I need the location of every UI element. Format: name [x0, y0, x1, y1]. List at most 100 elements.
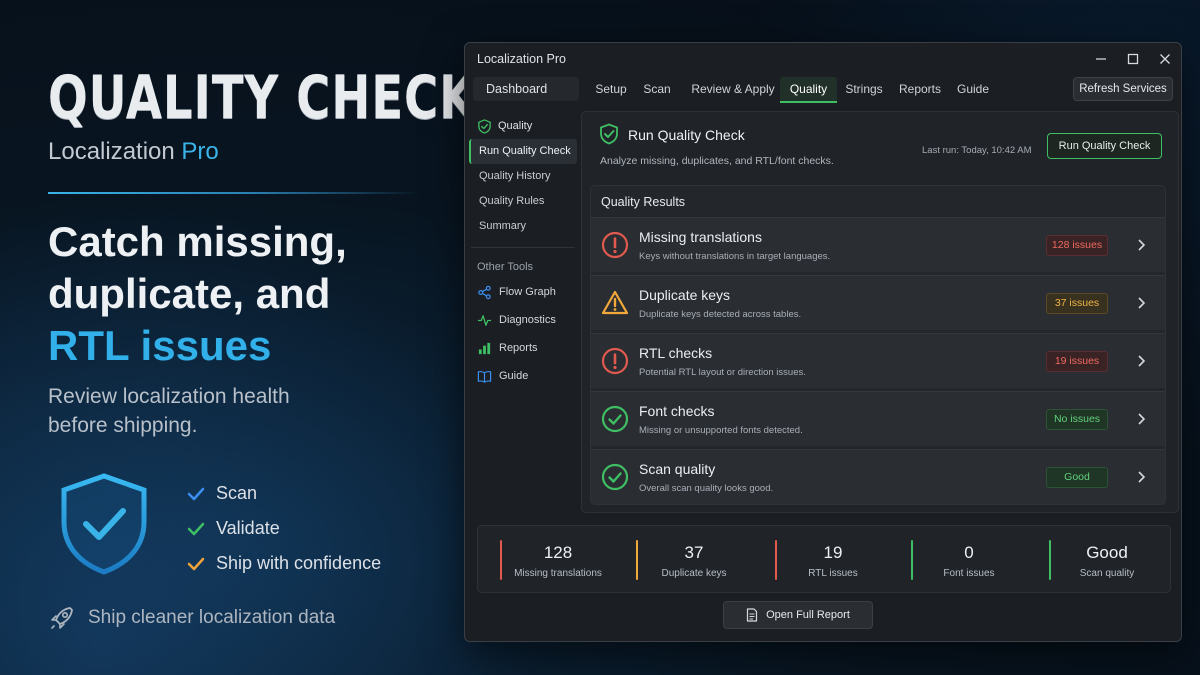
chevron-right-icon [1138, 355, 1146, 367]
sidebar-item-summary[interactable]: Summary [469, 214, 577, 239]
status-badge: 37 issues [1046, 293, 1108, 314]
stat-rtl-issues: 19 RTL issues [775, 540, 891, 582]
check-icon [187, 522, 205, 535]
stat-indicator [500, 540, 502, 580]
sidebar: Quality Run Quality Check Quality Histor… [469, 113, 577, 523]
document-icon [747, 608, 758, 622]
last-run-timestamp: Last run: Today, 10:42 AM [922, 145, 1032, 156]
stat-value: 128 [543, 543, 573, 562]
stat-indicator [775, 540, 777, 580]
summary-stats-bar: 128 Missing translations 37 Duplicate ke… [477, 525, 1171, 593]
stat-label: RTL issues [808, 568, 858, 579]
tab-guide[interactable]: Guide [953, 77, 993, 103]
tab-strings[interactable]: Strings [841, 77, 887, 103]
promo-subtitle: Localization Pro [48, 138, 448, 166]
stat-value: 0 [964, 543, 974, 562]
headline-line-2: duplicate, and [48, 270, 331, 317]
check-icon [187, 557, 205, 570]
stat-indicator [911, 540, 913, 580]
maximize-button[interactable] [1117, 43, 1149, 75]
description-line-1: Review localization health [48, 385, 290, 408]
sidebar-other-tools-label: Other Tools [477, 261, 534, 273]
tab-review-apply[interactable]: Review & Apply [691, 77, 775, 103]
tab-dashboard[interactable]: Dashboard [473, 77, 579, 101]
close-icon [1160, 54, 1170, 64]
stat-value: 37 [684, 543, 704, 562]
promo-subtitle-accent: Pro [181, 138, 219, 165]
alert-circle-icon [601, 347, 629, 375]
refresh-services-button[interactable]: Refresh Services [1073, 77, 1173, 101]
tab-setup[interactable]: Setup [589, 77, 633, 103]
book-icon [477, 370, 492, 383]
tool-label: Reports [499, 342, 538, 354]
result-description: Overall scan quality looks good. [639, 483, 774, 494]
result-description: Keys without translations in target lang… [639, 251, 831, 262]
promo-title: QUALITY CHECK [48, 63, 477, 133]
stat-duplicate-keys: 37 Duplicate keys [636, 540, 752, 582]
sidebar-item-guide[interactable]: Guide [469, 362, 577, 390]
warning-triangle-icon [601, 290, 629, 315]
close-button[interactable] [1149, 43, 1181, 75]
result-row-font-checks[interactable]: Font checks Missing or unsupported fonts… [591, 391, 1165, 446]
stat-label: Missing translations [514, 568, 602, 579]
tab-reports[interactable]: Reports [895, 77, 945, 103]
sidebar-item-flow-graph[interactable]: Flow Graph [469, 278, 577, 306]
check-circle-icon [601, 463, 629, 491]
sidebar-section-label: Quality [498, 120, 533, 132]
alert-circle-icon [601, 231, 629, 259]
check-item-ship: Ship with confidence [186, 546, 381, 581]
stat-scan-quality: Good Scan quality [1049, 540, 1165, 582]
sidebar-item-run-quality-check[interactable]: Run Quality Check [469, 139, 577, 164]
check-item-label: Scan [216, 483, 258, 503]
stat-value: Good [1086, 543, 1128, 562]
promo-divider [48, 192, 420, 194]
result-title: RTL checks [639, 345, 713, 361]
promo-subtitle-main: Localization [48, 138, 175, 165]
open-full-report-button[interactable]: Open Full Report [723, 601, 873, 629]
status-badge: 128 issues [1046, 235, 1108, 256]
minimize-button[interactable] [1085, 43, 1117, 75]
promo-footer-text: Ship cleaner localization data [88, 607, 336, 628]
check-icon [187, 487, 205, 500]
check-item-scan: Scan [186, 476, 381, 511]
result-row-rtl-checks[interactable]: RTL checks Potential RTL layout or direc… [591, 333, 1165, 388]
stat-indicator [636, 540, 638, 580]
sidebar-item-quality-rules[interactable]: Quality Rules [469, 189, 577, 214]
sidebar-item-reports[interactable]: Reports [469, 334, 577, 362]
promo-headline: Catch missing, duplicate, and RTL issues [48, 216, 448, 372]
title-bar: Localization Pro [465, 43, 1181, 75]
result-row-scan-quality[interactable]: Scan quality Overall scan quality looks … [591, 449, 1165, 504]
status-badge: Good [1046, 467, 1108, 488]
bar-chart-icon [478, 342, 491, 354]
rocket-icon [51, 607, 73, 629]
quality-results-title: Quality Results [601, 195, 686, 209]
tab-scan[interactable]: Scan [637, 77, 677, 103]
chevron-right-icon [1138, 239, 1146, 251]
tab-quality[interactable]: Quality [780, 77, 837, 103]
headline-accent: RTL issues [48, 322, 272, 369]
check-item-label: Validate [216, 518, 280, 538]
check-item-validate: Validate [186, 511, 381, 546]
result-row-duplicate-keys[interactable]: Duplicate keys Duplicate keys detected a… [591, 275, 1165, 330]
chevron-right-icon [1138, 297, 1146, 309]
tool-label: Flow Graph [499, 286, 556, 298]
shield-check-icon [61, 473, 147, 575]
result-title: Missing translations [639, 229, 762, 245]
tab-bar: Dashboard Setup Scan Review & Apply Qual… [465, 75, 1181, 103]
promo-checklist: Scan Validate Ship with confidence [186, 476, 381, 581]
run-quality-check-description: Analyze missing, duplicates, and RTL/fon… [600, 155, 834, 167]
sidebar-item-quality-history[interactable]: Quality History [469, 164, 577, 189]
description-line-2: before shipping. [48, 414, 198, 437]
promo-description: Review localization health before shippi… [48, 382, 448, 440]
maximize-icon [1127, 53, 1139, 65]
result-description: Potential RTL layout or direction issues… [639, 367, 806, 378]
result-row-missing-translations[interactable]: Missing translations Keys without transl… [591, 217, 1165, 272]
chevron-right-icon [1138, 471, 1146, 483]
sidebar-section-quality[interactable]: Quality [469, 113, 577, 139]
flow-graph-icon [478, 285, 491, 299]
status-badge: No issues [1046, 409, 1108, 430]
promo-panel: QUALITY CHECK Localization Pro Catch mis… [48, 60, 477, 440]
stat-indicator [1049, 540, 1051, 580]
sidebar-item-diagnostics[interactable]: Diagnostics [469, 306, 577, 334]
run-quality-check-button[interactable]: Run Quality Check [1047, 133, 1162, 159]
